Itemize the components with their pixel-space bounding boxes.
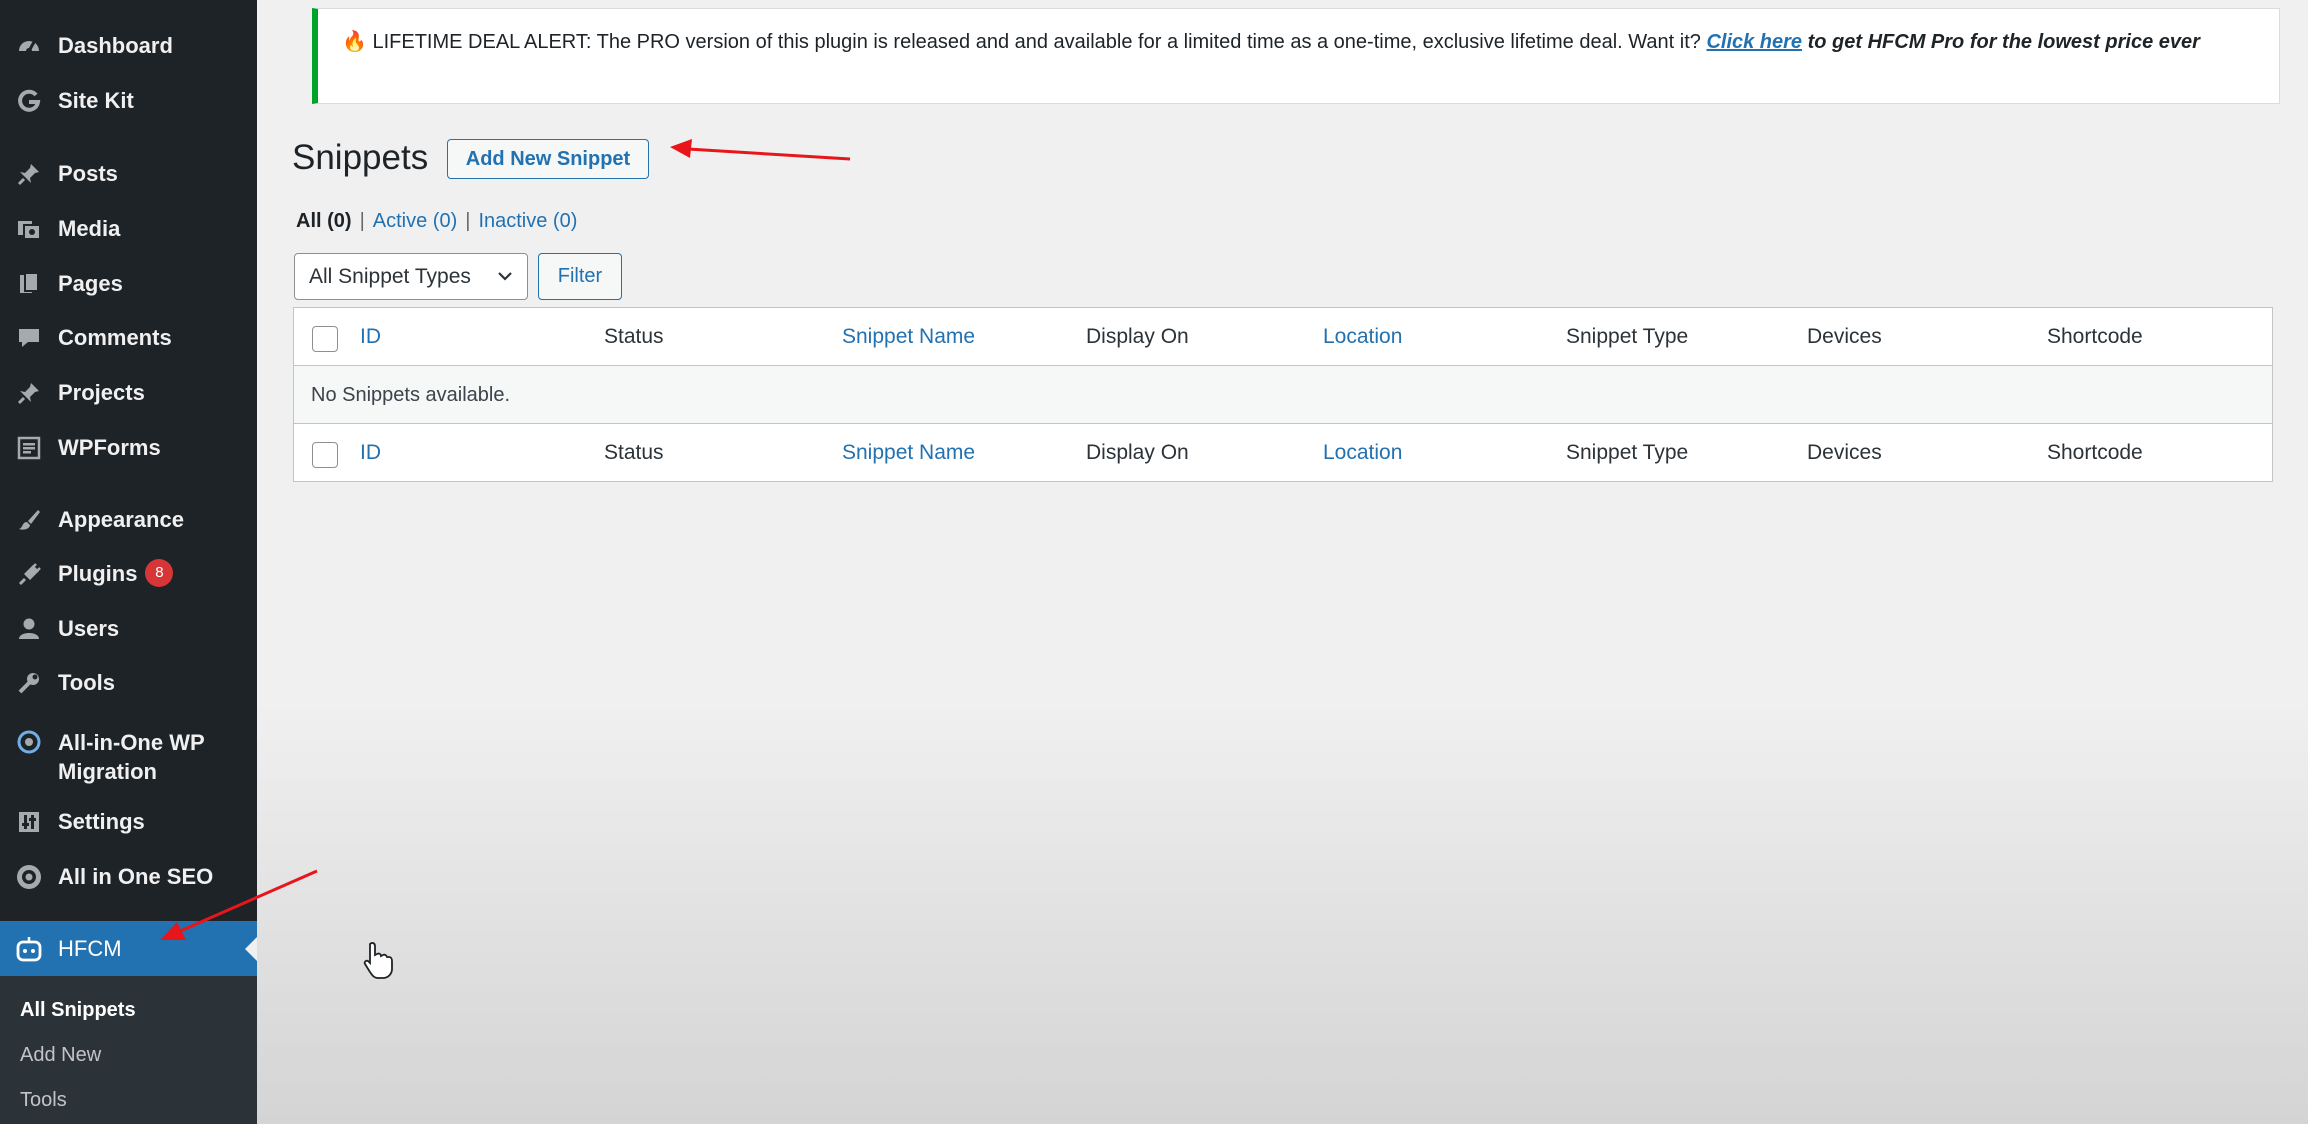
snippet-type-select[interactable]: All Snippet Types (294, 253, 528, 300)
sidebar-item-all-in-one-seo[interactable]: All in One SEO (0, 852, 257, 902)
column-footer-snippet-name[interactable]: Snippet Name (842, 424, 975, 482)
comment-icon (14, 323, 44, 353)
column-footer-snippet-type: Snippet Type (1566, 441, 1689, 464)
sidebar-item-dashboard[interactable]: Dashboard (0, 21, 257, 71)
sidebar-item-plugins[interactable]: Plugins 8 (0, 550, 257, 600)
hfcm-submenu: All Snippets Add New Tools (0, 976, 257, 1124)
sidebar-item-label: WPForms (58, 435, 161, 460)
sidebar-item-site-kit[interactable]: Site Kit (0, 76, 257, 126)
view-separator: | (359, 210, 365, 232)
column-header-status: Status (604, 325, 664, 348)
sidebar-item-label: Media (58, 216, 121, 241)
annotation-arrow-icon (670, 139, 851, 161)
sidebar-item-label: All in One SEO (58, 864, 214, 889)
sidebar-item-label: Users (58, 616, 120, 641)
lifetime-deal-notice: 🔥 LIFETIME DEAL ALERT: The PRO version o… (312, 8, 2280, 104)
sidebar-item-label: Comments (58, 325, 172, 350)
notice-tail-text: to get HFCM Pro for the lowest price eve… (1807, 31, 2200, 53)
column-footer-display-on: Display On (1086, 441, 1189, 464)
dashboard-icon (14, 31, 44, 61)
pushpin-icon (14, 378, 44, 408)
sidebar-item-appearance[interactable]: Appearance (0, 495, 257, 545)
sidebar-item-projects[interactable]: Projects (0, 368, 257, 418)
user-icon (14, 614, 44, 644)
settings-icon (14, 807, 44, 837)
column-header-location[interactable]: Location (1323, 308, 1402, 366)
snippet-type-selected-value: All Snippet Types (309, 264, 471, 288)
sidebar-item-posts[interactable]: Posts (0, 149, 257, 199)
view-all-link[interactable]: All (0) (296, 210, 352, 232)
sidebar-item-label: Dashboard (58, 33, 173, 58)
table-header-row: ID Status Snippet Name Display On Locati… (294, 308, 2272, 366)
plugins-update-count-badge: 8 (145, 559, 174, 588)
admin-sidebar: Dashboard Site Kit Posts Media Pages Com… (0, 0, 257, 1124)
sidebar-item-media[interactable]: Media (0, 204, 257, 254)
column-footer-devices: Devices (1807, 441, 1882, 464)
page-title: Snippets (292, 138, 429, 177)
column-footer-id[interactable]: ID (360, 424, 381, 482)
sidebar-item-users[interactable]: Users (0, 604, 257, 654)
select-all-checkbox[interactable] (312, 326, 338, 352)
sidebar-item-label: Site Kit (58, 88, 134, 113)
view-separator: | (465, 210, 471, 232)
column-footer-status: Status (604, 441, 664, 464)
sidebar-item-label: Settings (58, 809, 145, 834)
column-header-id[interactable]: ID (360, 308, 381, 366)
chevron-down-icon (495, 266, 515, 292)
current-menu-pointer (245, 936, 257, 961)
select-all-checkbox-footer[interactable] (312, 442, 338, 468)
column-header-shortcode: Shortcode (2047, 325, 2143, 348)
submenu-item-all-snippets[interactable]: All Snippets (20, 999, 136, 1022)
sidebar-item-label: Appearance (58, 507, 184, 532)
notice-text: LIFETIME DEAL ALERT: The PRO version of … (372, 31, 1701, 53)
column-header-devices: Devices (1807, 325, 1882, 348)
sidebar-item-hfcm[interactable]: HFCM (0, 921, 257, 976)
column-footer-location[interactable]: Location (1323, 424, 1402, 482)
sidebar-item-label: Pages (58, 271, 123, 296)
pages-icon (14, 269, 44, 299)
filter-button[interactable]: Filter (538, 253, 622, 300)
sidebar-item-label: Projects (58, 380, 145, 405)
sidebar-item-tools[interactable]: Tools (0, 658, 257, 708)
no-snippets-message: No Snippets available. (311, 383, 511, 406)
sidebar-item-pages[interactable]: Pages (0, 259, 257, 309)
form-icon (14, 433, 44, 463)
view-inactive-link[interactable]: Inactive (0) (478, 210, 577, 232)
submenu-item-add-new[interactable]: Add New (20, 1044, 101, 1067)
sidebar-item-label: All-in-One WP Migration (58, 730, 205, 784)
seo-gear-icon (14, 862, 44, 892)
column-header-display-on: Display On (1086, 325, 1189, 348)
snippets-table: ID Status Snippet Name Display On Locati… (293, 307, 2273, 482)
table-footer-row: ID Status Snippet Name Display On Locati… (294, 424, 2272, 482)
column-header-snippet-name[interactable]: Snippet Name (842, 308, 975, 366)
table-row: No Snippets available. (294, 366, 2272, 424)
sidebar-item-all-in-one-wp-migration[interactable]: All-in-One WP Migration (0, 722, 257, 792)
hand-cursor-icon (363, 942, 393, 979)
fire-icon: 🔥 (342, 31, 367, 53)
notice-click-here-link[interactable]: Click here (1706, 31, 1802, 53)
paintbrush-icon (14, 505, 44, 535)
media-icon (14, 214, 44, 244)
migration-icon (14, 727, 44, 757)
view-active-link[interactable]: Active (0) (373, 210, 457, 232)
column-header-snippet-type: Snippet Type (1566, 325, 1689, 348)
submenu-item-tools[interactable]: Tools (20, 1089, 67, 1112)
sidebar-item-label: HFCM (58, 935, 122, 961)
robot-icon (14, 934, 44, 964)
column-footer-shortcode: Shortcode (2047, 441, 2143, 464)
pushpin-icon (14, 159, 44, 189)
sidebar-item-comments[interactable]: Comments (0, 313, 257, 363)
sidebar-item-label: Plugins 8 (58, 559, 174, 589)
wrench-icon (14, 668, 44, 698)
sidebar-item-label: Tools (58, 670, 116, 695)
google-g-icon (14, 86, 44, 116)
sidebar-item-label: Posts (58, 161, 118, 186)
sidebar-item-settings[interactable]: Settings (0, 797, 257, 847)
add-new-snippet-button[interactable]: Add New Snippet (447, 139, 649, 179)
status-views: All (0) | Active (0) | Inactive (0) (296, 210, 577, 233)
background-fade (257, 700, 2308, 1124)
plugin-icon (14, 560, 44, 590)
sidebar-item-wpforms[interactable]: WPForms (0, 423, 257, 473)
